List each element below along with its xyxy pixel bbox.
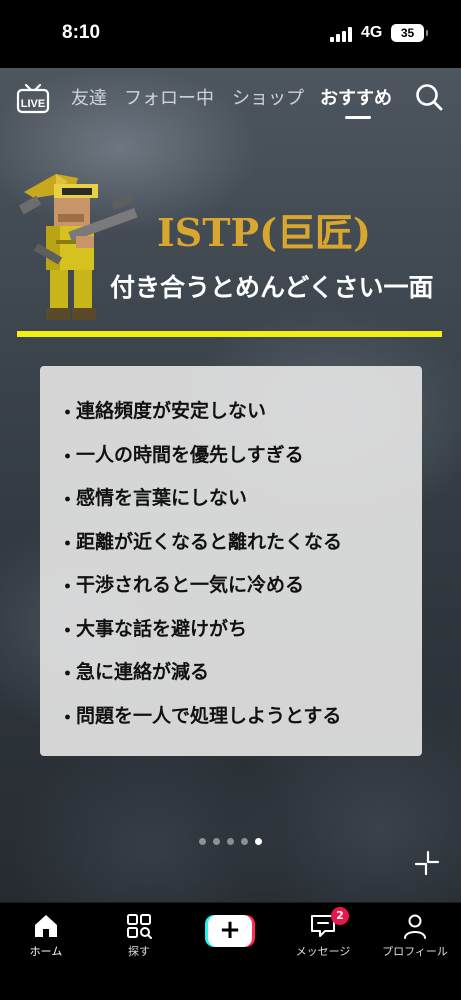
profile-icon bbox=[404, 914, 426, 939]
plus-icon: + bbox=[208, 915, 252, 947]
list-item: ・干渉されると一気に冷める bbox=[58, 574, 305, 598]
list-item: ・問題を一人で処理しようとする bbox=[58, 704, 342, 729]
trait-list-card: ・連絡頻度が安定しない ・一人の時間を優先しすぎる ・感情を言葉にしない ・距離… bbox=[40, 366, 422, 756]
top-nav: LIVE 友達 フォロー中 ショップ おすすめ bbox=[0, 80, 461, 120]
discover-icon bbox=[127, 914, 152, 939]
tab-following[interactable]: フォロー中 bbox=[124, 84, 214, 110]
search-icon[interactable] bbox=[414, 82, 444, 112]
list-item: ・連絡頻度が安定しない bbox=[58, 400, 267, 424]
bottom-nav: ホーム 探す + メッセージ 2 プロフィール bbox=[0, 902, 461, 1000]
post-title: ISTP(巨匠) bbox=[157, 210, 372, 255]
create-button[interactable]: + bbox=[205, 915, 255, 947]
cellular-signal-icon bbox=[330, 27, 354, 42]
nav-discover[interactable]: 探す bbox=[99, 913, 179, 959]
list-item: ・感情を言葉にしない bbox=[58, 487, 248, 511]
list-item: ・大事な話を避けがち bbox=[58, 617, 248, 642]
home-icon bbox=[35, 915, 57, 937]
inbox-badge: 2 bbox=[331, 907, 349, 925]
nav-inbox-label: メッセージ bbox=[295, 945, 351, 958]
tab-friends[interactable]: 友達 bbox=[71, 84, 107, 110]
status-bar: 8:10 4G 35 bbox=[0, 0, 461, 68]
nav-discover-label: 探す bbox=[128, 945, 150, 958]
network-type: 4G bbox=[361, 24, 383, 41]
status-time: 8:10 bbox=[62, 22, 101, 43]
svg-text:LIVE: LIVE bbox=[21, 98, 45, 110]
nav-inbox[interactable]: メッセージ bbox=[283, 913, 363, 959]
list-item: ・距離が近くなると離れたくなる bbox=[58, 530, 343, 555]
nav-home[interactable]: ホーム bbox=[6, 913, 86, 959]
post-subtitle: 付き合うとめんどくさい一面 bbox=[110, 273, 434, 302]
live-icon[interactable]: LIVE bbox=[16, 82, 50, 114]
battery-icon: 35 bbox=[391, 24, 428, 42]
collapse-icon[interactable] bbox=[414, 850, 440, 876]
list-item: ・急に連絡が減る bbox=[58, 661, 210, 685]
nav-home-label: ホーム bbox=[29, 945, 63, 958]
tab-shop[interactable]: ショップ bbox=[232, 84, 304, 110]
nav-profile[interactable]: プロフィール bbox=[375, 913, 455, 959]
active-tab-indicator bbox=[345, 116, 371, 119]
tab-for-you[interactable]: おすすめ bbox=[320, 84, 392, 110]
nav-profile-label: プロフィール bbox=[382, 945, 448, 958]
list-item: ・一人の時間を優先しすぎる bbox=[58, 443, 304, 468]
title-underline bbox=[17, 331, 442, 337]
carousel-dots[interactable] bbox=[199, 838, 265, 848]
